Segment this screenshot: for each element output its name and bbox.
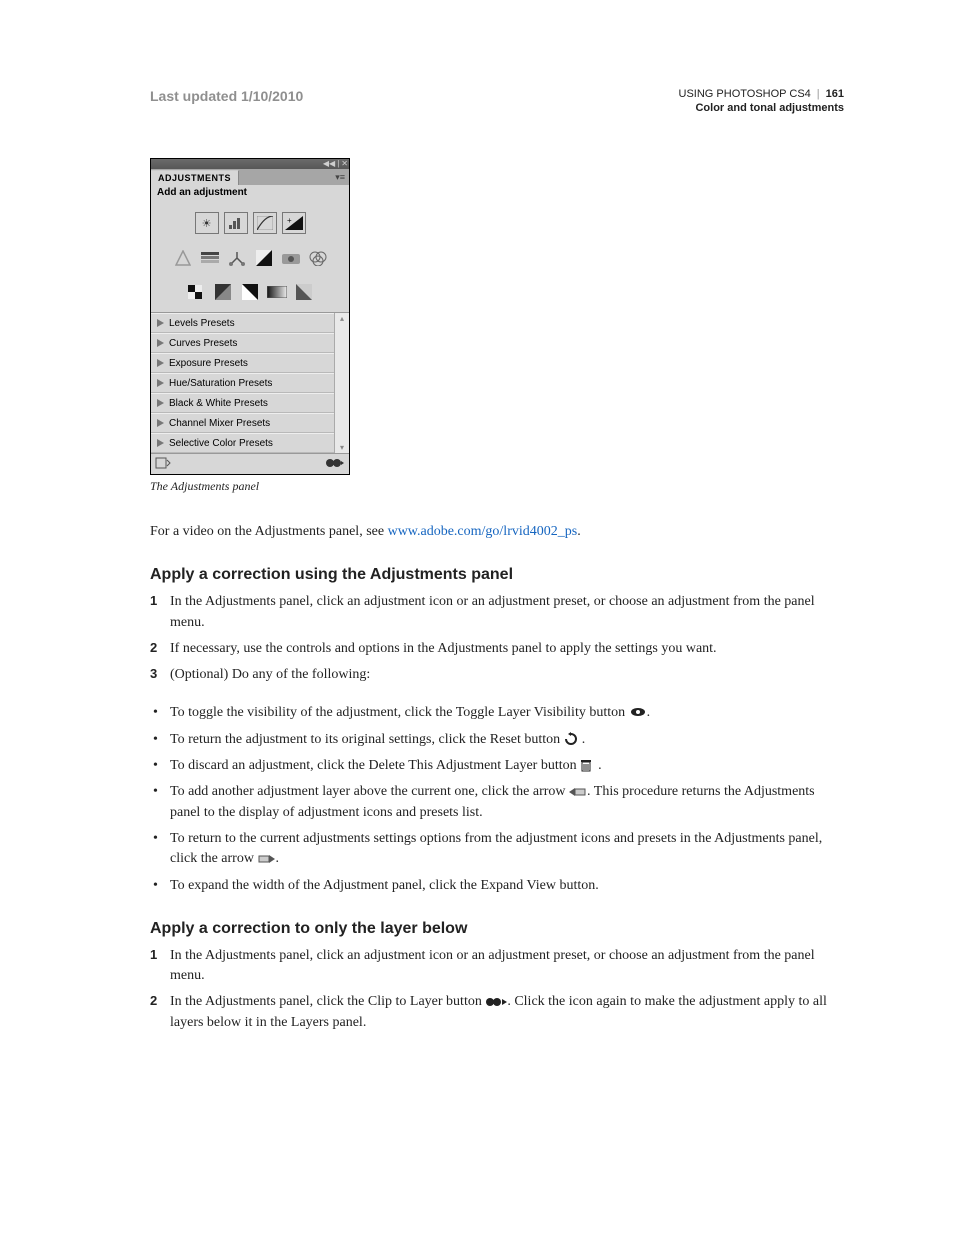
selective-color-icon <box>293 282 315 302</box>
bullet-item: To return to the current adjustments set… <box>150 829 844 870</box>
scroll-up-icon: ▴ <box>335 314 349 323</box>
preset-row: Levels Presets <box>151 313 334 333</box>
levels-icon <box>224 212 248 234</box>
posterize-icon <box>212 282 234 302</box>
curves-icon <box>253 212 277 234</box>
preset-row: Channel Mixer Presets <box>151 413 334 433</box>
bullet-item: To return the adjustment to its original… <box>150 730 844 750</box>
panel-menu-icon: ▾≡ <box>331 170 349 185</box>
gradient-map-icon <box>266 282 288 302</box>
page-number: 161 <box>826 88 844 100</box>
section-heading: Apply a correction to only the layer bel… <box>150 920 844 938</box>
threshold-icon <box>239 282 261 302</box>
svg-text:+: + <box>287 216 292 225</box>
preset-row: Exposure Presets <box>151 353 334 373</box>
hue-saturation-icon <box>199 248 221 268</box>
bullet-item: To add another adjustment layer above th… <box>150 782 844 823</box>
preset-row: Curves Presets <box>151 333 334 353</box>
black-white-icon <box>253 248 275 268</box>
step-item: In the Adjustments panel, click the Clip… <box>150 992 844 1033</box>
trash-icon <box>580 758 598 772</box>
back-arrow-icon <box>569 785 587 799</box>
bullet-item: To discard an adjustment, click the Dele… <box>150 756 844 776</box>
section-name: Color and tonal adjustments <box>679 102 844 114</box>
video-link[interactable]: www.adobe.com/go/lrvid4002_ps <box>388 524 578 539</box>
separator: | <box>817 88 820 100</box>
panel-titlebar: ◀◀ | ✕ <box>151 159 349 169</box>
preset-row: Black & White Presets <box>151 393 334 413</box>
forward-arrow-icon <box>257 852 275 866</box>
bullet-item: To expand the width of the Adjustment pa… <box>150 876 844 896</box>
step-item: In the Adjustments panel, click an adjus… <box>150 592 844 633</box>
adjustments-panel-figure: ◀◀ | ✕ ADJUSTMENTS ▾≡ Add an adjustment … <box>150 158 350 475</box>
exposure-icon: + <box>282 212 306 234</box>
expand-view-icon <box>155 457 171 472</box>
preset-row: Selective Color Presets <box>151 433 334 453</box>
collapse-icon: ◀◀ <box>323 160 335 168</box>
panel-heading: Add an adjustment <box>151 185 349 200</box>
color-balance-icon <box>226 248 248 268</box>
channel-mixer-icon <box>307 248 329 268</box>
clip-to-layer-icon <box>325 457 345 472</box>
section-heading: Apply a correction using the Adjustments… <box>150 566 844 584</box>
panel-tab: ADJUSTMENTS <box>151 170 239 185</box>
step-item: In the Adjustments panel, click an adjus… <box>150 946 844 987</box>
last-updated: Last updated 1/10/2010 <box>150 88 303 104</box>
divider-icon: | <box>337 160 339 168</box>
step-item: If necessary, use the controls and optio… <box>150 639 844 659</box>
preset-row: Hue/Saturation Presets <box>151 373 334 393</box>
step-item: (Optional) Do any of the following: <box>150 665 844 685</box>
eye-icon <box>629 705 647 719</box>
close-icon: ✕ <box>341 160 348 168</box>
reset-icon <box>564 732 582 746</box>
vibrance-icon <box>172 248 194 268</box>
brightness-contrast-icon: ☀ <box>195 212 219 234</box>
scroll-down-icon: ▾ <box>335 443 349 452</box>
intro-text: For a video on the Adjustments panel, se… <box>150 522 844 542</box>
clip-icon <box>485 995 507 1009</box>
product-name: USING PHOTOSHOP CS4 <box>679 88 811 100</box>
invert-icon <box>185 282 207 302</box>
bullet-item: To toggle the visibility of the adjustme… <box>150 703 844 723</box>
scrollbar: ▴ ▾ <box>334 313 349 453</box>
photo-filter-icon <box>280 248 302 268</box>
figure-caption: The Adjustments panel <box>150 479 844 494</box>
